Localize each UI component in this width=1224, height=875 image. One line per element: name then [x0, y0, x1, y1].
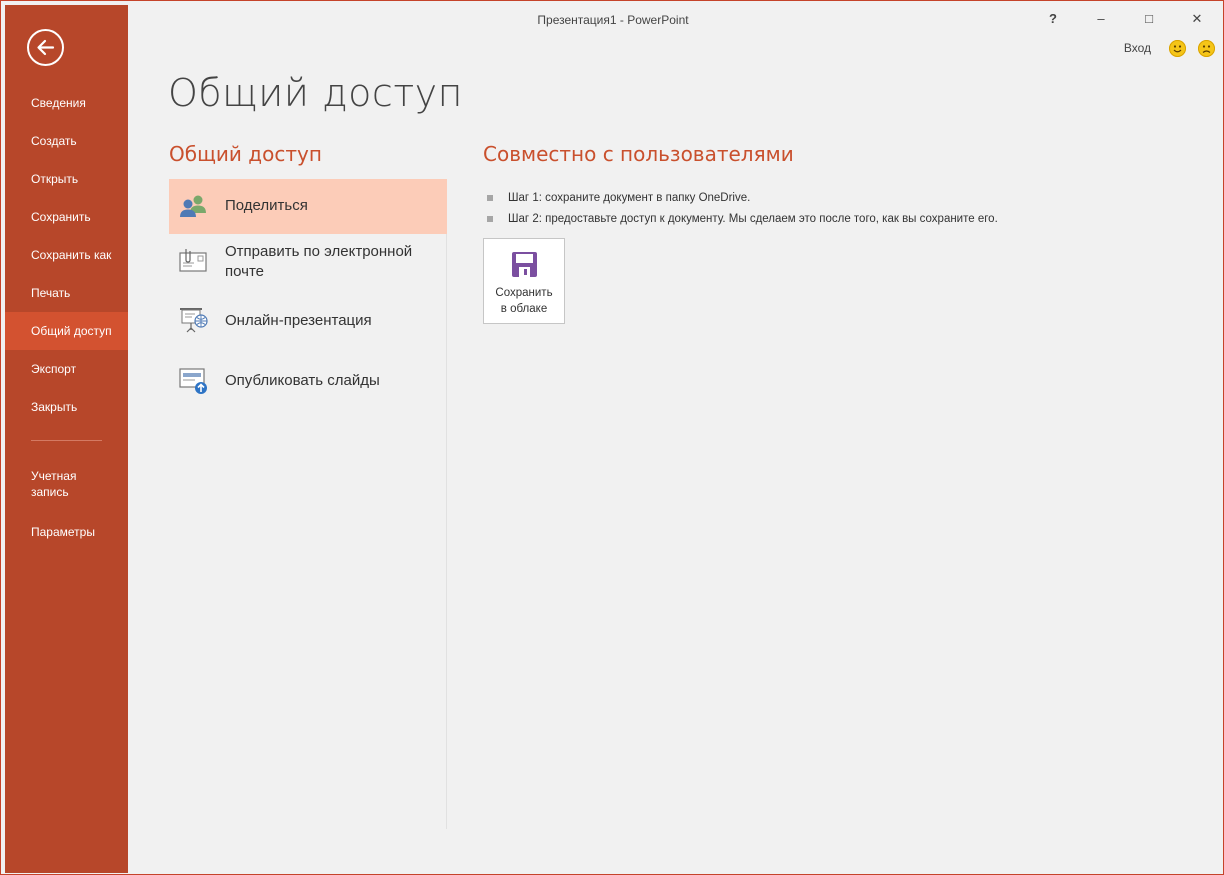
floppy-disk-icon: [512, 252, 537, 277]
nav-item-info[interactable]: Сведения: [5, 84, 128, 122]
option-label: Поделиться: [225, 197, 308, 214]
save-label-line1: Сохранить: [495, 287, 553, 299]
nav-item-options[interactable]: Параметры: [5, 513, 128, 551]
step-text: Шаг 1: сохраните документ в папку OneDri…: [508, 192, 751, 204]
online-presentation-icon: [180, 308, 208, 333]
nav-item-open[interactable]: Открыть: [5, 160, 128, 198]
save-to-cloud-button[interactable]: Сохранить в облаке: [483, 238, 565, 324]
restore-button[interactable]: □: [1137, 9, 1161, 29]
save-label-line2: в облаке: [500, 303, 548, 315]
nav-item-account[interactable]: Учетная запись: [5, 455, 105, 513]
option-label: Отправить по электронной почте: [225, 243, 413, 280]
nav-item-share[interactable]: Общий доступ: [5, 312, 128, 350]
option-publish-slides[interactable]: Опубликовать слайды: [169, 354, 447, 414]
steps-list: Шаг 1: сохраните документ в папку OneDri…: [487, 188, 998, 230]
nav-divider: [31, 440, 102, 441]
powerpoint-window: Сведения Создать Открыть Сохранить Сохра…: [0, 0, 1224, 875]
email-attachment-icon: [179, 249, 207, 272]
bullet-icon: [487, 195, 493, 201]
publish-slides-icon: [179, 368, 207, 394]
sign-in-link[interactable]: Вход: [1124, 41, 1151, 55]
option-present-online[interactable]: Онлайн-презентация: [169, 294, 447, 354]
option-share-with-people[interactable]: Поделиться: [169, 179, 447, 234]
save-to-cloud-label: Сохранить в облаке: [484, 285, 564, 317]
share-options-list: Поделиться Отправить по электронной почт…: [169, 179, 447, 829]
minimize-button[interactable]: –: [1089, 9, 1113, 29]
option-label: Онлайн-презентация: [225, 312, 372, 329]
option-email[interactable]: Отправить по электронной почте: [169, 234, 447, 294]
share-with-people-title: Совместно с пользователями: [483, 142, 794, 166]
send-frown-icon[interactable]: [1198, 40, 1215, 57]
back-arrow-icon: [37, 39, 55, 56]
nav-item-export[interactable]: Экспорт: [5, 350, 128, 388]
people-icon: [180, 195, 206, 217]
help-button[interactable]: ?: [1041, 9, 1065, 29]
nav-item-print[interactable]: Печать: [5, 274, 128, 312]
bullet-icon: [487, 216, 493, 222]
nav-item-new[interactable]: Создать: [5, 122, 128, 160]
step-text: Шаг 2: предоставьте доступ к документу. …: [508, 213, 998, 225]
backstage-sidebar: Сведения Создать Открыть Сохранить Сохра…: [5, 5, 128, 873]
section-title: Общий доступ: [169, 142, 322, 166]
option-label: Опубликовать слайды: [225, 372, 380, 389]
step-item: Шаг 1: сохраните документ в папку OneDri…: [487, 188, 998, 209]
send-smile-icon[interactable]: [1169, 40, 1186, 57]
nav-item-save-as[interactable]: Сохранить как: [5, 236, 128, 274]
back-button[interactable]: [27, 29, 64, 66]
close-button[interactable]: ✕: [1185, 9, 1209, 29]
backstage-nav: Сведения Создать Открыть Сохранить Сохра…: [5, 84, 128, 551]
nav-item-save[interactable]: Сохранить: [5, 198, 128, 236]
step-item: Шаг 2: предоставьте доступ к документу. …: [487, 209, 998, 230]
nav-item-close[interactable]: Закрыть: [5, 388, 128, 426]
page-title: Общий доступ: [168, 71, 464, 115]
